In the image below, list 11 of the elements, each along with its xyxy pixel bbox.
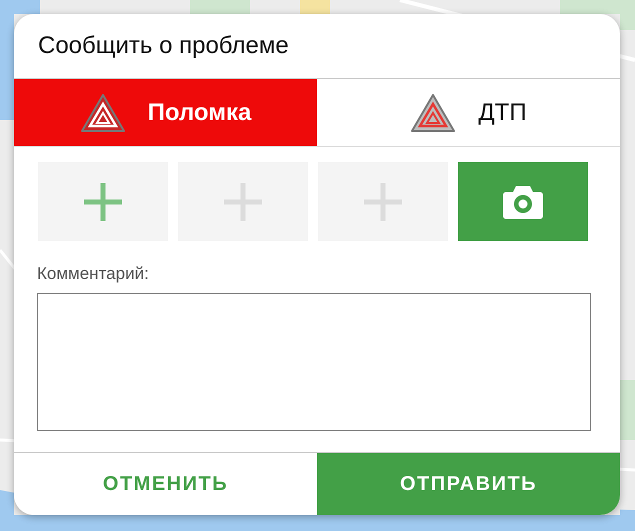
hazard-triangle-icon [80, 92, 126, 132]
dialog-title: Сообщить о проблеме [37, 31, 290, 61]
cancel-button[interactable]: ОТМЕНИТЬ [14, 453, 317, 515]
camera-button[interactable] [458, 162, 588, 241]
camera-icon [502, 184, 544, 220]
tab[interactable]: Поломка [14, 79, 317, 146]
hazard-triangle-icon [410, 92, 456, 132]
add-photo-button[interactable] [38, 162, 168, 241]
submit-button[interactable]: ОТПРАВИТЬ [317, 453, 620, 515]
comment-field[interactable] [37, 292, 591, 430]
comment-label: Комментарий: [36, 263, 150, 285]
